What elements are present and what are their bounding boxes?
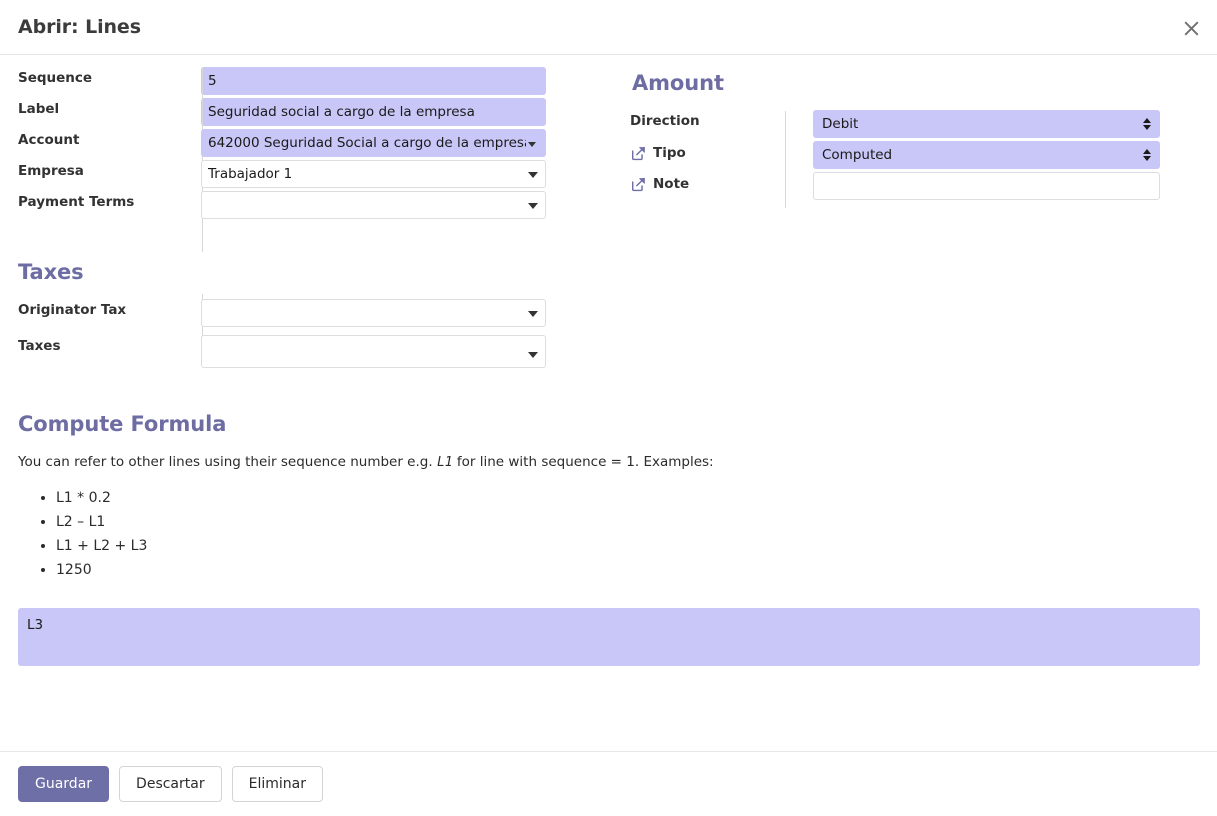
dialog-footer: Guardar Descartar Eliminar (0, 751, 1217, 816)
field-row-label: Label (0, 96, 600, 127)
save-button[interactable]: Guardar (18, 766, 110, 802)
field-row-taxes: Taxes (0, 333, 1217, 368)
payment-terms-combobox[interactable] (201, 191, 546, 219)
amount-heading: Amount (632, 71, 724, 95)
amount-section: Amount Direction Debit Tipo Computed Not… (600, 65, 1217, 220)
label-sequence: Sequence (18, 70, 93, 86)
chevron-down-icon (528, 141, 536, 147)
control-empresa: Trabajador 1 (201, 158, 546, 188)
empresa-value: Trabajador 1 (208, 166, 293, 182)
field-row-direction: Direction Debit (610, 108, 1217, 139)
account-combobox[interactable]: 642000 Seguridad Social a cargo de la em… (201, 129, 546, 157)
right-column-divider (785, 111, 786, 208)
taxes-section: Taxes Originator Tax Taxes (0, 262, 1217, 368)
direction-select[interactable]: Debit (813, 110, 1160, 138)
label-direction: Direction (630, 113, 700, 129)
control-tipo: Computed (813, 139, 1160, 169)
label-payment-terms: Payment Terms (18, 194, 135, 210)
field-row-tipo: Tipo Computed (610, 139, 1217, 170)
close-icon[interactable] (1175, 12, 1207, 44)
main-section: Sequence Label Account (0, 65, 600, 252)
label-input[interactable] (201, 98, 546, 126)
sequence-input[interactable] (201, 67, 546, 95)
control-note (813, 170, 1160, 200)
field-row-empresa: Empresa Trabajador 1 (0, 158, 600, 189)
chevron-down-icon (528, 311, 538, 317)
chevron-down-icon (528, 352, 538, 358)
field-row-originator-tax: Originator Tax (0, 297, 1217, 328)
account-value: 642000 Seguridad Social a cargo de la em… (208, 135, 526, 151)
empresa-combobox[interactable]: Trabajador 1 (201, 160, 546, 188)
label-label: Label (18, 101, 60, 117)
select-spinner-icon (1143, 149, 1151, 161)
label-originator-tax: Originator Tax (18, 302, 127, 318)
control-direction: Debit (813, 108, 1160, 138)
field-row-account: Account 642000 Seguridad Social a cargo … (0, 127, 600, 158)
list-item: L1 * 0.2 (56, 486, 1199, 510)
discard-button[interactable]: Descartar (119, 766, 222, 802)
tipo-select[interactable]: Computed (813, 141, 1160, 169)
dialog-body: Sequence Label Account (0, 55, 1217, 751)
formula-help-after: for line with sequence = 1. Examples: (452, 454, 714, 470)
list-item: L2 – L1 (56, 510, 1199, 534)
tipo-value: Computed (822, 147, 893, 163)
control-sequence (201, 65, 546, 95)
external-link-glyph (631, 146, 645, 161)
external-link-icon[interactable] (630, 176, 647, 193)
label-tipo: Tipo (610, 139, 796, 162)
compute-formula-section: Compute Formula You can refer to other l… (0, 414, 1217, 666)
control-taxes (201, 333, 546, 368)
control-payment-terms (201, 189, 546, 219)
label-note: Note (610, 170, 796, 193)
external-link-glyph (631, 177, 645, 192)
open-lines-dialog: Abrir: Lines Sequence 5 Label Seguridad … (0, 0, 1217, 816)
control-originator-tax (201, 297, 546, 327)
originator-tax-combobox[interactable] (201, 299, 546, 327)
formula-help-mono: L1 (436, 455, 453, 470)
label-taxes: Taxes (18, 338, 61, 354)
chevron-down-icon (528, 203, 538, 209)
top-field-grid: Sequence Label Account (0, 55, 1217, 252)
field-row-sequence: Sequence (0, 65, 600, 96)
label-account: Account (18, 132, 80, 148)
formula-text-block: Compute Formula You can refer to other l… (0, 414, 1217, 582)
dialog-header: Abrir: Lines (0, 0, 1217, 55)
label-empresa: Empresa (18, 163, 84, 179)
field-row-payment-terms: Payment Terms (0, 189, 600, 220)
compute-formula-heading: Compute Formula (18, 412, 227, 436)
chevron-down-icon (528, 172, 538, 178)
control-account: 642000 Seguridad Social a cargo de la em… (201, 127, 546, 157)
list-item: L1 + L2 + L3 (56, 534, 1199, 558)
direction-value: Debit (822, 116, 859, 132)
delete-button[interactable]: Eliminar (231, 766, 323, 802)
dialog-title: Abrir: Lines (18, 15, 141, 38)
list-item: 1250 (56, 558, 1199, 582)
close-glyph (1184, 21, 1198, 35)
formula-examples-list: L1 * 0.2 L2 – L1 L1 + L2 + L3 1250 (18, 486, 1199, 582)
compute-formula-textarea[interactable] (18, 607, 1200, 666)
taxes-tags-input[interactable] (201, 335, 546, 368)
note-input[interactable] (813, 172, 1160, 200)
note-label-text: Note (653, 175, 690, 192)
formula-help-before: You can refer to other lines using their… (18, 454, 437, 470)
tipo-label-text: Tipo (653, 144, 686, 161)
select-spinner-icon (1143, 118, 1151, 130)
formula-help-text: You can refer to other lines using their… (18, 453, 1199, 472)
external-link-icon[interactable] (630, 145, 647, 162)
taxes-heading: Taxes (18, 260, 84, 284)
control-label (201, 96, 546, 126)
field-row-note: Note (610, 170, 1217, 201)
